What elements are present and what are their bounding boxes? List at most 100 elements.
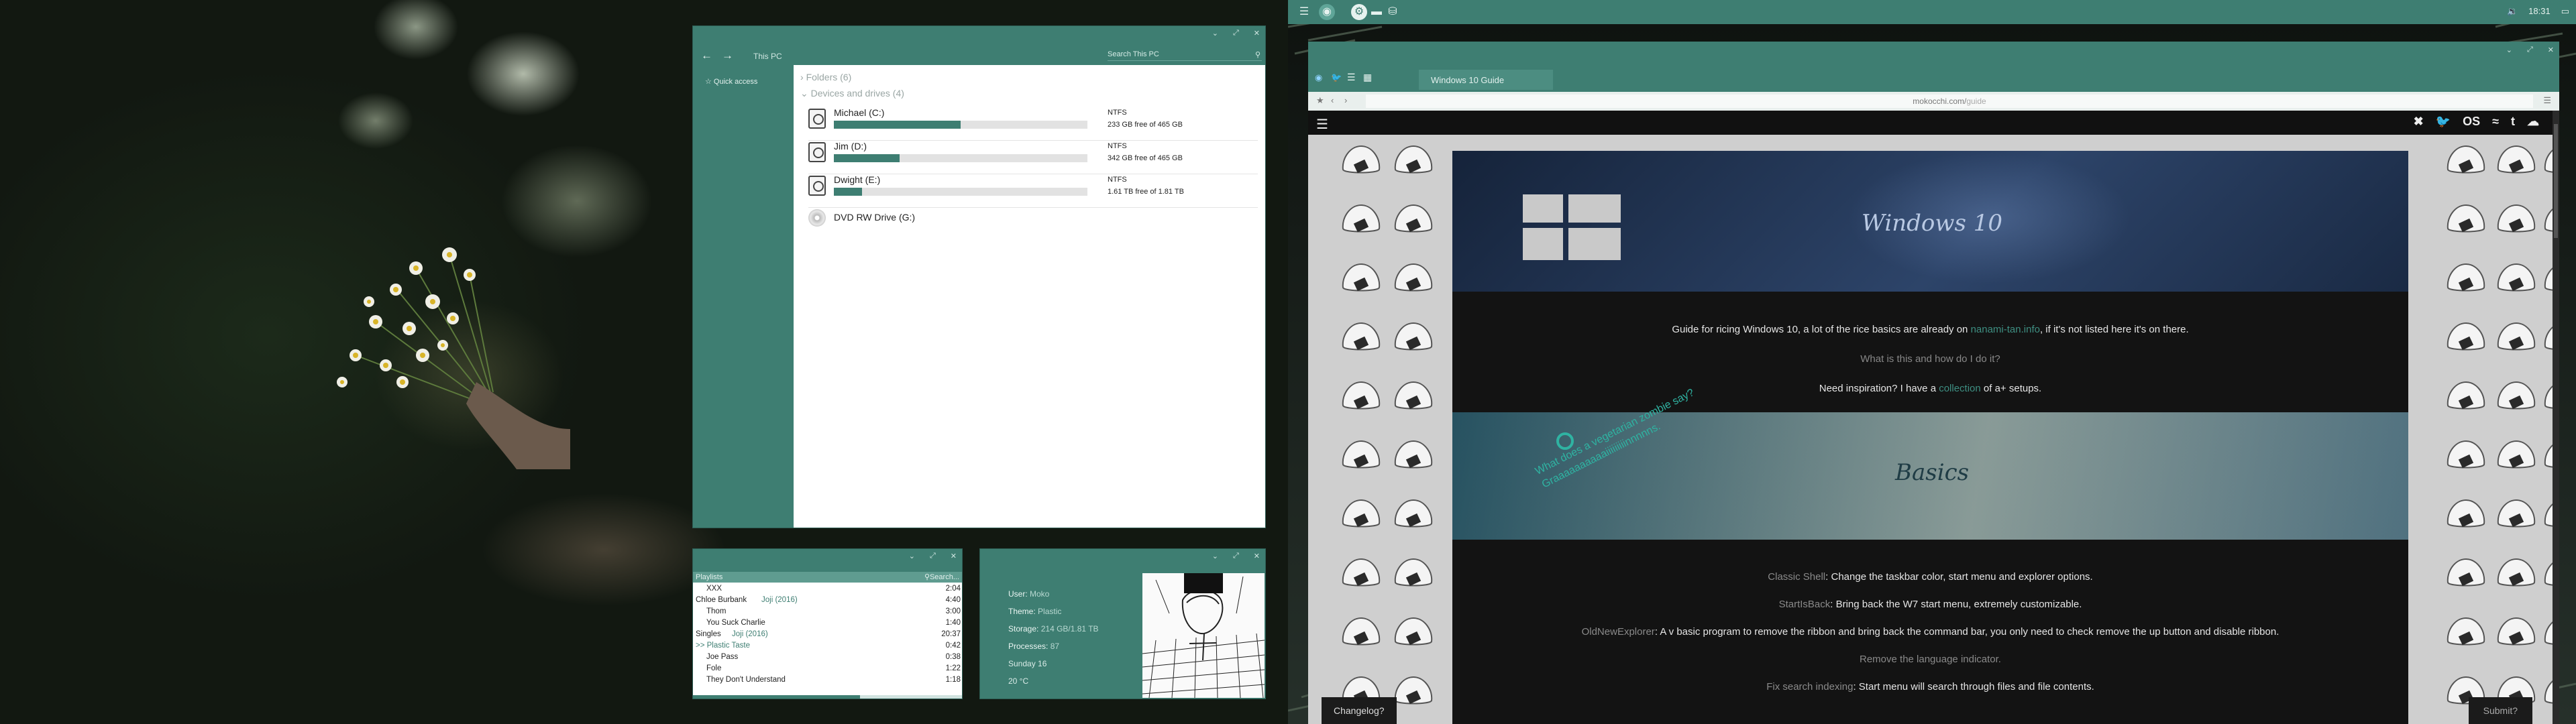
close-icon[interactable]: ✕ bbox=[2548, 46, 2554, 54]
what-is-link[interactable]: What is this and how do I do it? bbox=[1452, 345, 2408, 374]
grid-icon[interactable]: ▦ bbox=[1363, 72, 1372, 83]
tab-windows-10-guide[interactable]: Windows 10 Guide bbox=[1419, 70, 1553, 90]
twitter-icon[interactable]: 🐦 bbox=[1331, 72, 1342, 83]
minimize-icon[interactable]: ⌄ bbox=[1212, 29, 1218, 38]
tip-link[interactable]: Remove the language indicator. bbox=[1860, 654, 2001, 665]
track-row[interactable]: You Suck Charlie 1:40 bbox=[693, 618, 962, 629]
maximize-icon[interactable]: ⤢ bbox=[2527, 46, 2533, 54]
drive-item[interactable]: Dwight (E:) NTFS 1.61 TB free of 1.81 TB bbox=[808, 174, 1258, 208]
track-duration: 1:18 bbox=[945, 676, 961, 684]
menu-icon[interactable]: ☰ bbox=[1296, 4, 1312, 20]
onigiri-icon bbox=[2447, 145, 2485, 174]
close-icon[interactable]: ✕ bbox=[1254, 552, 1260, 560]
track-row[interactable]: Fole 1:22 bbox=[693, 664, 962, 675]
tumblr-icon[interactable]: t bbox=[2511, 115, 2515, 129]
drive-item[interactable]: Jim (D:) NTFS 342 GB free of 465 GB bbox=[808, 141, 1258, 174]
explorer-content: › Folders (6) ⌄ Devices and drives (4) M… bbox=[794, 65, 1265, 528]
search-icon[interactable]: ⚲ bbox=[924, 572, 930, 581]
tip-link[interactable]: StartIsBack bbox=[1779, 599, 1831, 610]
social-link-icon[interactable]: OS bbox=[2463, 115, 2480, 129]
maximize-icon[interactable]: ⤢ bbox=[1233, 29, 1239, 38]
back-arrow-icon[interactable]: ← bbox=[701, 49, 712, 62]
intro-link[interactable]: nanami-tan.info bbox=[1971, 324, 2040, 335]
drive-usage-fill bbox=[834, 188, 862, 196]
onigiri-icon bbox=[1394, 617, 1433, 646]
minimize-icon[interactable]: ⌄ bbox=[1212, 552, 1218, 560]
info-value: 214 GB/1.81 TB bbox=[1040, 624, 1099, 634]
list-icon[interactable]: ☰ bbox=[1347, 72, 1356, 83]
track-row[interactable]: Singles Joji (2016) 20:37 bbox=[693, 629, 962, 641]
info-date: Sunday 16 bbox=[1008, 659, 1047, 668]
menu-icon[interactable]: ☰ bbox=[2543, 95, 2551, 106]
sidebar-item-quick-access[interactable]: ☆ Quick access bbox=[705, 77, 757, 86]
maximize-icon[interactable]: ⤢ bbox=[930, 552, 936, 560]
track-row[interactable]: XXX 2:04 bbox=[693, 584, 962, 595]
drive-item[interactable]: Michael (C:) NTFS 233 GB free of 465 GB bbox=[808, 107, 1258, 141]
submit-button[interactable]: Submit? bbox=[2468, 697, 2532, 724]
steam-icon[interactable]: ⚙ bbox=[1351, 4, 1367, 20]
clock[interactable]: 18:31 bbox=[2528, 6, 2551, 17]
hamburger-menu-icon[interactable]: ☰ bbox=[1316, 116, 1328, 133]
tip-link[interactable]: Fix search indexing bbox=[1766, 681, 1853, 692]
social-link-icon[interactable]: ≈ bbox=[2492, 115, 2499, 129]
guide-card: Windows 10 Guide for ricing Windows 10, … bbox=[1452, 151, 2408, 724]
drive-name: Michael (C:) bbox=[834, 107, 885, 118]
track-row[interactable]: They Don't Understand 1:18 bbox=[693, 675, 962, 686]
back-arrow-icon[interactable]: ‹ bbox=[1331, 95, 1334, 105]
url-input[interactable]: mokocchi.com/guide bbox=[1366, 95, 2533, 108]
address-path[interactable]: This PC bbox=[753, 52, 782, 61]
onigiri-icon bbox=[2544, 503, 2553, 527]
track-title: Thom bbox=[706, 607, 727, 615]
track-row[interactable]: Joe Pass 0:38 bbox=[693, 652, 962, 664]
url-path: guide bbox=[1966, 97, 1986, 106]
album-label: Joji (2016) bbox=[732, 630, 768, 638]
twitter-icon[interactable]: 🐦 bbox=[2436, 115, 2451, 129]
forward-arrow-icon[interactable]: → bbox=[722, 49, 733, 62]
minimize-icon[interactable]: ⌄ bbox=[2506, 46, 2512, 54]
playlists-label[interactable]: Playlists bbox=[696, 573, 722, 581]
soundcloud-icon[interactable]: ☁ bbox=[2527, 115, 2539, 129]
onigiri-icon bbox=[1342, 558, 1381, 587]
drive-free-space: 1.61 TB free of 1.81 TB bbox=[1108, 188, 1184, 196]
devices-group-label: Devices and drives (4) bbox=[810, 88, 904, 99]
tip-link[interactable]: OldNewExplorer bbox=[1582, 626, 1655, 638]
store-icon[interactable]: ⛁ bbox=[1385, 4, 1401, 20]
search-input[interactable]: Search This PC ⚲ bbox=[1108, 50, 1262, 61]
basics-banner: What does a vegetarian zombie say? Graaa… bbox=[1452, 387, 2408, 540]
close-icon[interactable]: ✕ bbox=[1254, 29, 1260, 38]
chat-icon[interactable]: ▭ bbox=[2561, 6, 2569, 17]
devices-group-header[interactable]: ⌄ Devices and drives (4) bbox=[800, 88, 904, 99]
minimize-icon[interactable]: ⌄ bbox=[909, 552, 915, 560]
onigiri-icon bbox=[2447, 558, 2485, 587]
social-link-icon[interactable]: ✖ bbox=[2414, 115, 2424, 129]
track-title: Fole bbox=[706, 664, 722, 672]
close-icon[interactable]: ✕ bbox=[951, 552, 957, 560]
track-row[interactable]: >> Plastic Taste 0:42 bbox=[693, 641, 962, 652]
changelog-button[interactable]: Changelog? bbox=[1322, 697, 1397, 724]
browser-icon[interactable]: ◉ bbox=[1319, 4, 1335, 20]
onigiri-icon bbox=[1342, 204, 1381, 233]
onigiri-icon bbox=[2497, 322, 2536, 351]
tip-link[interactable]: Classic Shell bbox=[1768, 571, 1825, 583]
playback-progress[interactable] bbox=[693, 695, 962, 699]
speaker-icon[interactable]: 🔉 bbox=[2507, 6, 2518, 17]
forward-arrow-icon[interactable]: › bbox=[1344, 95, 1347, 105]
info-key: Processes: bbox=[1008, 642, 1049, 651]
onigiri-icon bbox=[2447, 440, 2485, 469]
playlist-toolbar: Playlists ⚲ Search... bbox=[693, 572, 962, 583]
browser-app-icon[interactable]: ◉ bbox=[1315, 72, 1322, 83]
track-row[interactable]: Chloe Burbank Joji (2016) 4:40 bbox=[693, 595, 962, 607]
track-duration: 2:04 bbox=[945, 585, 961, 593]
page-scrollbar[interactable] bbox=[2553, 111, 2559, 724]
track-row[interactable]: Thom 3:00 bbox=[693, 607, 962, 618]
folders-group-header[interactable]: › Folders (6) bbox=[800, 72, 851, 82]
collection-link[interactable]: collection bbox=[1939, 383, 1981, 394]
maximize-icon[interactable]: ⤢ bbox=[1233, 552, 1239, 560]
folder-icon[interactable]: ▬ bbox=[1368, 4, 1385, 20]
onigiri-icon bbox=[1342, 617, 1381, 646]
inspo-prefix: Need inspiration? I have a bbox=[1819, 383, 1939, 394]
playlist-search-input[interactable]: Search... bbox=[930, 573, 959, 581]
scrollbar-thumb[interactable] bbox=[2554, 124, 2558, 238]
track-title: Chloe Burbank bbox=[696, 596, 747, 604]
star-icon[interactable]: ★ bbox=[1316, 95, 1324, 106]
